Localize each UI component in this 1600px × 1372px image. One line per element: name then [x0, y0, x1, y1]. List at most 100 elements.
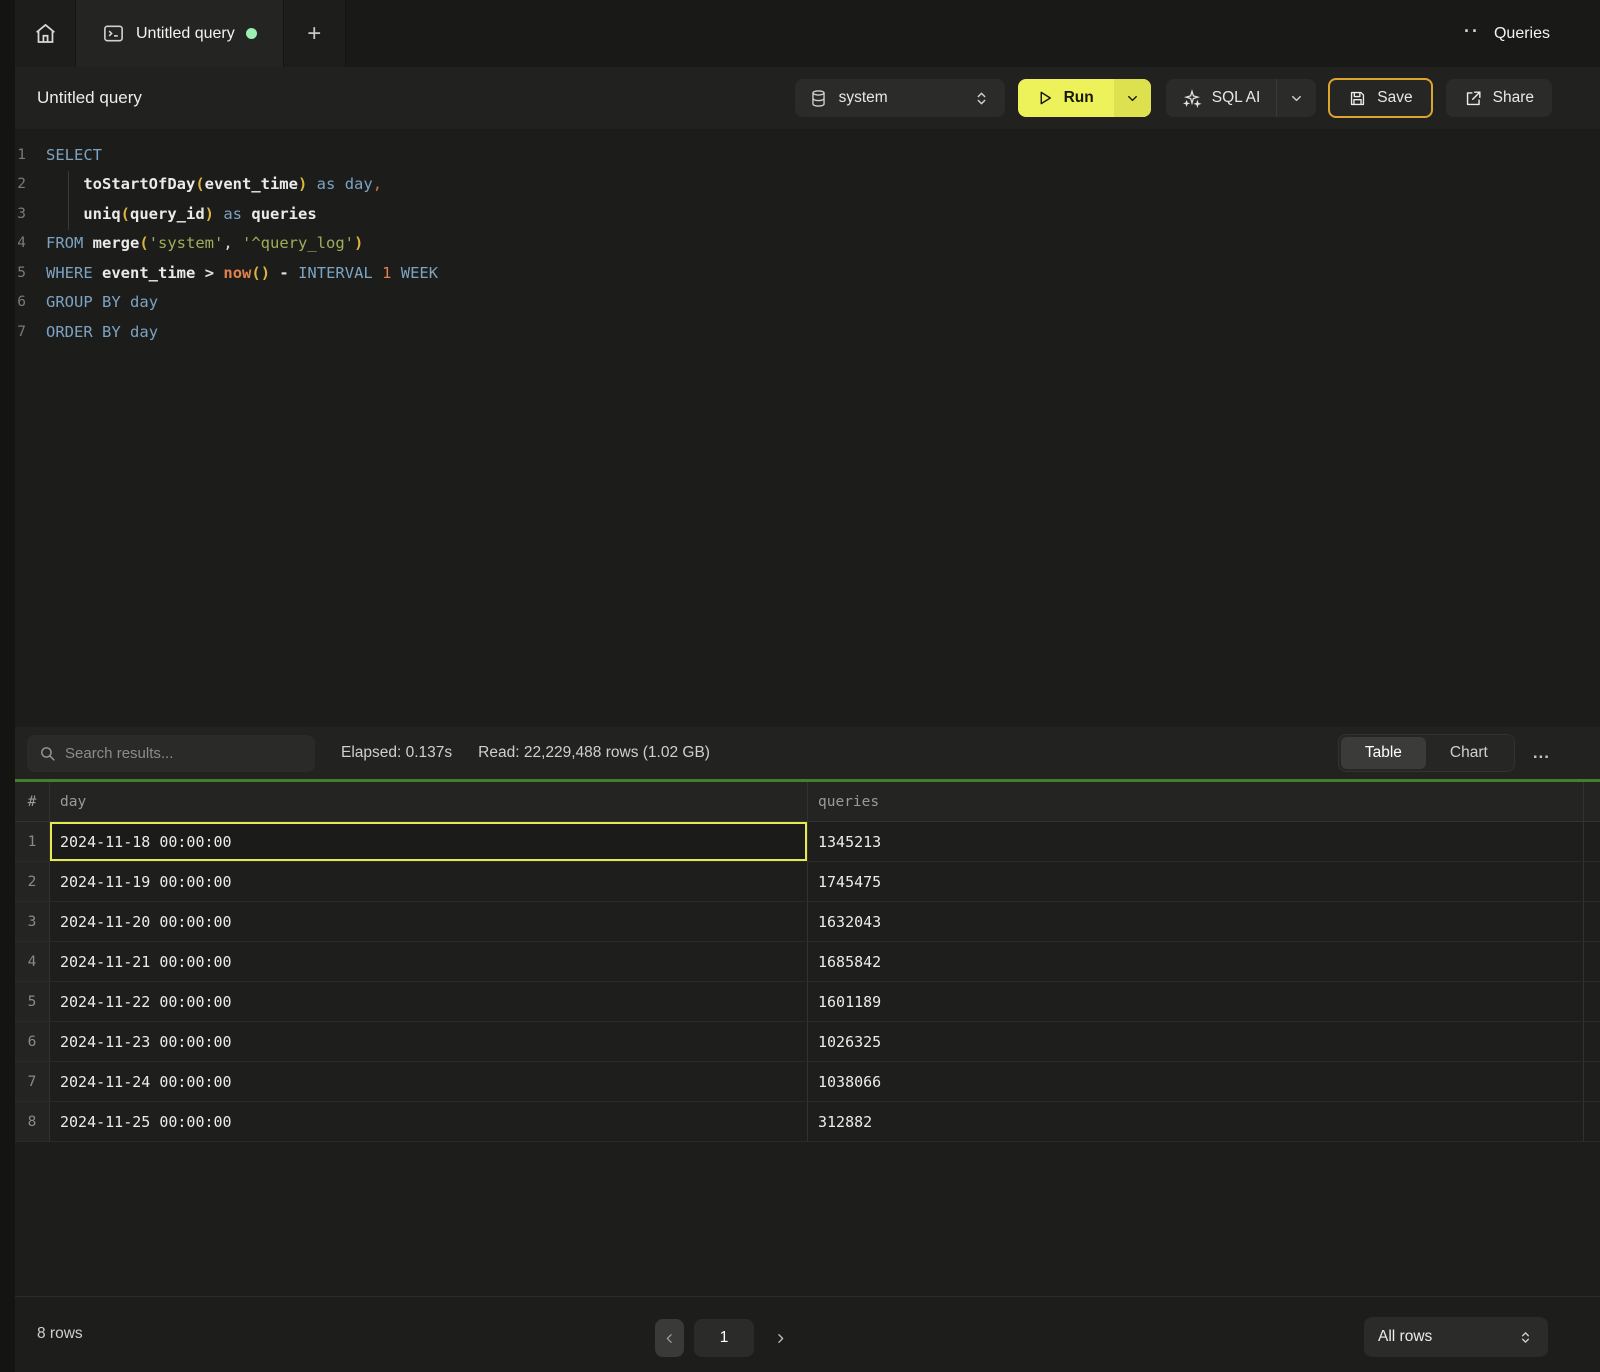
new-tab-button[interactable]: +	[284, 0, 346, 67]
page-size-selector[interactable]: All rows	[1364, 1317, 1548, 1357]
sql-ai-options-button[interactable]	[1276, 79, 1316, 117]
code-line[interactable]: 5WHERE event_time > now() - INTERVAL 1 W…	[0, 258, 1600, 288]
code-line[interactable]: 7ORDER BY day	[0, 317, 1600, 347]
results-more-button[interactable]: ...	[1533, 743, 1550, 763]
tab-bar: Untitled query + ·· Queries	[0, 0, 1600, 67]
share-button[interactable]: Share	[1446, 79, 1552, 117]
table-row: 42024-11-21 00:00:001685842	[15, 942, 1600, 982]
tab-bar-spacer	[346, 0, 1464, 67]
row-index[interactable]: 7	[15, 1062, 50, 1101]
table-row: 12024-11-18 00:00:001345213	[15, 822, 1600, 862]
results-footer: 8 rows 1 All rows	[0, 1296, 1600, 1372]
share-button-label: Share	[1493, 89, 1534, 107]
console-tab-icon	[102, 22, 125, 45]
cell-queries[interactable]: 1685842	[808, 942, 1584, 981]
code-text: WHERE event_time > now() - INTERVAL 1 WE…	[46, 264, 438, 282]
row-index[interactable]: 1	[15, 822, 50, 861]
code-line[interactable]: 3 uniq(query_id) as queries	[0, 199, 1600, 229]
row-index[interactable]: 4	[15, 942, 50, 981]
code-text: toStartOfDay(event_time) as day,	[46, 175, 382, 193]
sql-ai-button[interactable]: SQL AI	[1166, 79, 1277, 117]
run-button[interactable]: Run	[1018, 79, 1114, 117]
tab-table-view[interactable]: Table	[1341, 737, 1426, 769]
database-selector-value: system	[839, 89, 888, 107]
cell-day[interactable]: 2024-11-21 00:00:00	[50, 942, 808, 981]
cell-queries[interactable]: 1345213	[808, 822, 1584, 861]
home-button[interactable]	[15, 0, 75, 67]
read-stat: Read: 22,229,488 rows (1.02 GB)	[478, 744, 710, 762]
results-toolbar: Elapsed: 0.137s Read: 22,229,488 rows (1…	[0, 727, 1600, 779]
elapsed-stat: Elapsed: 0.137s	[341, 744, 452, 762]
save-button[interactable]: Save	[1328, 78, 1432, 118]
run-options-button[interactable]	[1114, 79, 1151, 117]
tab-title: Untitled query	[136, 25, 235, 43]
play-icon	[1036, 89, 1054, 107]
tab-untitled-query[interactable]: Untitled query	[75, 0, 284, 67]
cell-day[interactable]: 2024-11-19 00:00:00	[50, 862, 808, 901]
previous-page-button[interactable]	[655, 1319, 684, 1357]
cell-queries[interactable]: 1038066	[808, 1062, 1584, 1101]
cell-day[interactable]: 2024-11-22 00:00:00	[50, 982, 808, 1021]
cell-queries[interactable]: 1026325	[808, 1022, 1584, 1061]
view-toggle: Table Chart	[1338, 734, 1515, 772]
cell-day[interactable]: 2024-11-23 00:00:00	[50, 1022, 808, 1061]
sparkles-icon	[1182, 88, 1202, 108]
table-row: 82024-11-25 00:00:00312882	[15, 1102, 1600, 1142]
code-text: uniq(query_id) as queries	[46, 205, 317, 223]
row-index[interactable]: 5	[15, 982, 50, 1021]
row-index[interactable]: 8	[15, 1102, 50, 1141]
column-header-day[interactable]: day	[50, 782, 808, 821]
chevron-right-icon	[774, 1332, 787, 1345]
index-column-header[interactable]: #	[15, 782, 50, 821]
updown-chevron-icon	[972, 89, 991, 108]
search-results-box[interactable]	[27, 735, 315, 772]
code-text: SELECT	[46, 146, 102, 164]
cell-day[interactable]: 2024-11-20 00:00:00	[50, 902, 808, 941]
code-line[interactable]: 4FROM merge('system', '^query_log')	[0, 229, 1600, 259]
code-text: FROM merge('system', '^query_log')	[46, 234, 363, 252]
sql-editor[interactable]: 1SELECT2 toStartOfDay(event_time) as day…	[0, 129, 1600, 727]
row-index[interactable]: 3	[15, 902, 50, 941]
row-count-label: 8 rows	[37, 1325, 83, 1343]
chevron-down-icon	[1289, 91, 1304, 106]
table-body: 12024-11-18 00:00:00134521322024-11-19 0…	[15, 822, 1600, 1142]
sql-ai-label: SQL AI	[1212, 89, 1261, 107]
page-number-button[interactable]: 1	[694, 1319, 754, 1357]
cell-queries[interactable]: 1601189	[808, 982, 1584, 1021]
tab-chart-view[interactable]: Chart	[1426, 737, 1512, 769]
queries-menu-button[interactable]: ·· Queries	[1464, 0, 1600, 67]
left-edge-strip	[0, 0, 15, 1372]
table-row: 72024-11-24 00:00:001038066	[15, 1062, 1600, 1102]
results-area: # day queries 12024-11-18 00:00:00134521…	[0, 782, 1600, 1296]
cell-day-selected[interactable]: 2024-11-18 00:00:00	[50, 822, 808, 861]
page-title: Untitled query	[37, 88, 142, 108]
column-header-queries[interactable]: queries	[808, 782, 1584, 821]
code-line[interactable]: 2 toStartOfDay(event_time) as day,	[0, 170, 1600, 200]
code-text: GROUP BY day	[46, 293, 158, 311]
database-icon	[809, 89, 828, 108]
database-selector[interactable]: system	[795, 79, 1005, 117]
code-lines: 1SELECT2 toStartOfDay(event_time) as day…	[0, 140, 1600, 347]
cell-queries[interactable]: 1632043	[808, 902, 1584, 941]
cell-queries[interactable]: 1745475	[808, 862, 1584, 901]
search-results-input[interactable]	[65, 745, 303, 762]
next-page-button[interactable]	[770, 1319, 790, 1357]
save-icon	[1348, 89, 1367, 108]
run-button-group: Run	[1018, 79, 1151, 117]
sql-ai-button-group: SQL AI	[1166, 79, 1317, 117]
queries-label: Queries	[1494, 25, 1550, 43]
row-index[interactable]: 2	[15, 862, 50, 901]
cell-queries[interactable]: 312882	[808, 1102, 1584, 1141]
unsaved-changes-dot	[246, 28, 257, 39]
code-line[interactable]: 1SELECT	[0, 140, 1600, 170]
sql-console-window: Untitled query + ·· Queries Untitled que…	[0, 0, 1600, 1372]
cell-day[interactable]: 2024-11-24 00:00:00	[50, 1062, 808, 1101]
row-index[interactable]: 6	[15, 1022, 50, 1061]
code-text: ORDER BY day	[46, 323, 158, 341]
cell-day[interactable]: 2024-11-25 00:00:00	[50, 1102, 808, 1141]
indent-guide	[68, 171, 69, 230]
code-line[interactable]: 6GROUP BY day	[0, 288, 1600, 318]
table-row: 62024-11-23 00:00:001026325	[15, 1022, 1600, 1062]
home-icon	[33, 21, 58, 46]
queries-icon: ··	[1464, 21, 1480, 42]
